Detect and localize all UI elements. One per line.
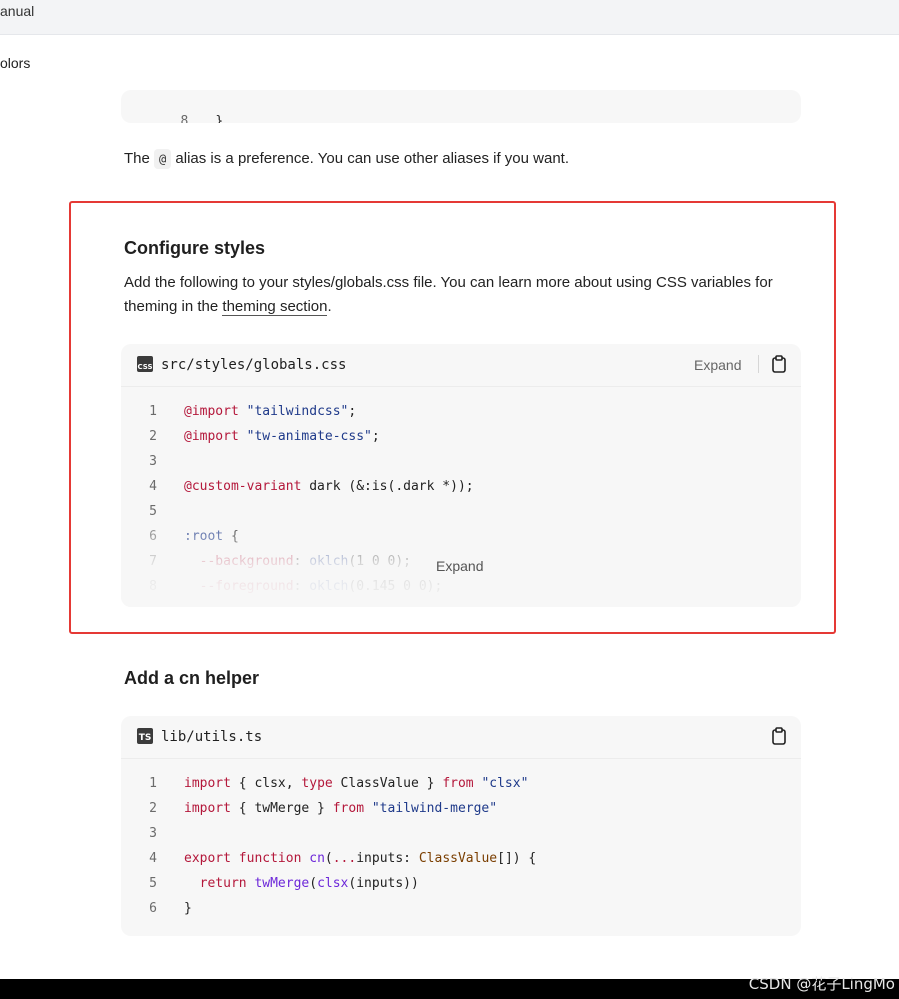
code-token: inputs: (356, 851, 419, 866)
line-number: 2 (149, 801, 157, 816)
code-line: 3 (121, 821, 184, 846)
watermark: CSDN @花子LingMo (748, 975, 895, 993)
code-token: import (184, 776, 231, 791)
code-token: { twMerge } (230, 801, 333, 816)
code-token: ( (309, 876, 318, 891)
inline-code-alias: @ (154, 149, 172, 169)
line-number: 8 (180, 114, 189, 123)
alias-note-text-2: alias is a preference. You can use other… (171, 150, 569, 167)
code-token: "tailwind-merge" (371, 801, 498, 816)
code-token: function (238, 851, 302, 866)
code-line: 2 import { twMerge } from "tailwind-merge… (121, 796, 497, 821)
code-token: "clsx" (481, 776, 529, 791)
top-nav-bar: anual (0, 0, 899, 35)
code-line: 1 import { clsx, type ClassValue } from "… (121, 771, 528, 796)
code-token: { clsx, (230, 776, 302, 791)
code-line: 6} (121, 896, 192, 921)
nav-item-manual[interactable]: anual (0, 3, 34, 19)
ts-file-icon: TS (137, 728, 153, 744)
alias-note-text: The (124, 150, 155, 167)
code-block-previous: 8} (121, 90, 801, 123)
clipboard-icon[interactable] (771, 727, 787, 745)
code-token: export (184, 851, 231, 866)
alias-note: The @ alias is a preference. You can use… (124, 147, 569, 171)
code-token: ... (332, 851, 357, 866)
highlight-annotation-box (69, 201, 836, 634)
code-token: []) { (497, 851, 537, 866)
code-token: } (184, 901, 192, 916)
line-number: 4 (149, 851, 157, 866)
line-number: 5 (149, 876, 157, 891)
line-number: 6 (149, 901, 157, 916)
code-line: 5 return twMerge(clsx(inputs)) (121, 871, 419, 896)
code-token: ClassValue (418, 851, 498, 866)
code-token: import (184, 801, 231, 816)
code-token: type (301, 776, 333, 791)
code-token: clsx (317, 876, 349, 891)
code-block-header: TS lib/utils.ts (121, 716, 801, 759)
utils-ts-code-block: TS lib/utils.ts 1 import { clsx, type Cla… (121, 716, 801, 936)
code-line: 8} (121, 90, 223, 123)
code-token: from (442, 776, 474, 791)
line-number: 3 (149, 826, 157, 841)
code-token: ( (324, 851, 333, 866)
code-token: return (199, 876, 247, 891)
code-line: 4 export function cn(...inputs: ClassValu… (121, 846, 536, 871)
code-token: (inputs)) (348, 876, 419, 891)
code-token: cn (309, 851, 325, 866)
sidebar-item-colors[interactable]: olors (0, 55, 30, 71)
code-text: } (215, 114, 224, 123)
file-name: lib/utils.ts (161, 729, 263, 745)
line-number: 1 (149, 776, 157, 791)
code-token: ClassValue } (332, 776, 443, 791)
cn-helper-heading: Add a cn helper (124, 668, 260, 688)
code-token: twMerge (254, 876, 310, 891)
code-token: from (332, 801, 365, 816)
